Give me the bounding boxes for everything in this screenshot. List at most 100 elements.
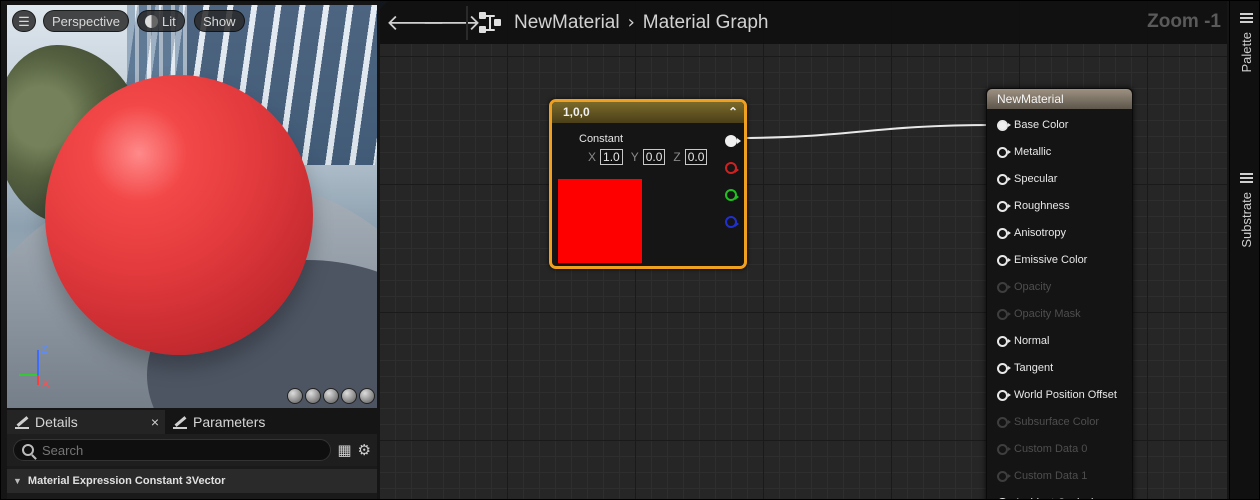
material-input-pin[interactable]: Specular: [997, 169, 1057, 189]
list-icon: [1239, 13, 1253, 24]
z-axis-label: Z: [41, 344, 48, 356]
viewport-menu-button[interactable]: ☰: [12, 10, 36, 32]
search-icon: [22, 444, 34, 456]
pin-label: Tangent: [1014, 362, 1054, 374]
pin-label: Base Color: [1014, 119, 1069, 131]
pencil-icon: [173, 415, 187, 429]
tab-details[interactable]: Details ×: [7, 410, 165, 434]
rgb-output-pin[interactable]: [725, 135, 741, 147]
cube-preview-icon[interactable]: [341, 388, 357, 404]
pin-connector-icon[interactable]: [997, 200, 1011, 212]
teapot-preview-icon[interactable]: [359, 388, 375, 404]
pencil-icon: [15, 415, 29, 429]
material-input-pin[interactable]: Opacity Mask: [997, 304, 1081, 324]
material-input-pin[interactable]: Normal: [997, 331, 1049, 351]
material-input-pin[interactable]: Custom Data 0: [997, 439, 1087, 459]
z-axis-line: [37, 350, 39, 376]
constant-label: Constant: [579, 133, 624, 145]
constant-3vector-node[interactable]: 1,0,0 ⌃ Constant X 1.0 Y 0.0 Z 0.0: [549, 99, 747, 269]
plane-preview-icon[interactable]: [323, 388, 339, 404]
perspective-button[interactable]: Perspective: [43, 10, 129, 32]
search-input[interactable]: [42, 442, 323, 458]
table-view-icon[interactable]: ▦: [337, 441, 351, 459]
constant-node-header[interactable]: 1,0,0 ⌃: [552, 102, 744, 123]
material-input-pin[interactable]: Custom Data 1: [997, 466, 1087, 486]
lit-button[interactable]: Lit: [137, 10, 185, 32]
back-arrow-icon[interactable]: 🡐: [386, 10, 445, 36]
preview-sphere: [45, 75, 313, 355]
pin-connector-icon[interactable]: [997, 227, 1011, 239]
details-tab-bar: Details × Parameters: [7, 410, 377, 434]
show-button[interactable]: Show: [194, 10, 245, 32]
details-search-row: ▦ ⚙: [7, 434, 377, 466]
pin-label: Specular: [1014, 173, 1058, 185]
green-output-pin[interactable]: [725, 189, 739, 201]
search-box[interactable]: [13, 439, 332, 461]
material-editor-window: ☰ Perspective Lit Show Z X Details × Par…: [0, 0, 1260, 500]
pin-label: Custom Data 0: [1014, 443, 1088, 455]
section-header[interactable]: ▼ Material Expression Constant 3Vector: [7, 469, 377, 493]
material-input-pin[interactable]: Ambient Occlusion: [997, 493, 1106, 499]
z-value-field[interactable]: 0.0: [684, 149, 708, 165]
y-value-field[interactable]: 0.0: [642, 149, 666, 165]
blue-output-pin[interactable]: [725, 216, 739, 228]
pin-connector-icon[interactable]: [997, 146, 1011, 158]
pin-connector-icon[interactable]: [997, 443, 1011, 455]
pin-label: Opacity Mask: [1014, 308, 1081, 320]
toolbar-divider: [466, 5, 468, 40]
pin-label: Metallic: [1014, 146, 1052, 158]
color-preview-swatch: [558, 179, 642, 263]
x-label: X: [588, 150, 597, 164]
pin-connector-icon[interactable]: [997, 308, 1011, 320]
chevron-up-icon[interactable]: ⌃: [728, 102, 738, 123]
x-value-field[interactable]: 1.0: [600, 149, 623, 165]
substrate-label: Substrate: [1238, 192, 1254, 248]
axis-gizmo: Z X: [15, 344, 55, 390]
breadcrumb-root[interactable]: NewMaterial: [514, 12, 620, 34]
gear-icon[interactable]: ⚙: [358, 441, 371, 459]
material-input-pin[interactable]: Tangent: [997, 358, 1053, 378]
constant-node-title: 1,0,0: [563, 105, 590, 119]
palette-label: Palette: [1238, 32, 1254, 73]
material-input-pin[interactable]: Base Color: [997, 115, 1068, 135]
material-input-pin[interactable]: Emissive Color: [997, 250, 1087, 270]
tab-details-label: Details: [35, 414, 78, 430]
pin-connector-icon[interactable]: [997, 416, 1011, 428]
red-output-pin[interactable]: [725, 162, 739, 174]
material-input-pin[interactable]: Anisotropy: [997, 223, 1066, 243]
material-graph-canvas[interactable]: 🡐 🡒 NewMaterial › Material Graph Zoom -1…: [380, 1, 1227, 499]
tab-parameters[interactable]: Parameters: [165, 410, 273, 434]
pin-connector-icon[interactable]: [997, 470, 1011, 482]
pin-connector-icon[interactable]: [997, 254, 1011, 266]
substrate-tab[interactable]: Substrate: [1230, 173, 1259, 248]
preview-viewport[interactable]: ☰ Perspective Lit Show Z X: [7, 5, 377, 408]
graph-icon: [478, 10, 504, 36]
forward-arrow-icon[interactable]: 🡒: [422, 10, 481, 36]
y-label: Y: [630, 150, 639, 164]
pin-label: Custom Data 1: [1014, 470, 1088, 482]
pin-connector-icon[interactable]: [997, 389, 1011, 401]
pin-label: Emissive Color: [1014, 254, 1088, 266]
pin-connector-icon[interactable]: [997, 173, 1011, 185]
z-label: Z: [673, 150, 681, 164]
material-input-pin[interactable]: Subsurface Color: [997, 412, 1099, 432]
sphere-preview-icon[interactable]: [305, 388, 321, 404]
pin-connector-icon[interactable]: [997, 281, 1011, 293]
material-input-pin[interactable]: Opacity: [997, 277, 1051, 297]
pin-connector-icon[interactable]: [997, 362, 1011, 374]
lit-mode-icon: [145, 15, 158, 28]
material-input-pin[interactable]: Roughness: [997, 196, 1070, 216]
close-icon[interactable]: ×: [151, 414, 159, 430]
list-icon: [1239, 173, 1253, 184]
material-input-pin[interactable]: Metallic: [997, 142, 1051, 162]
palette-tab[interactable]: Palette: [1230, 13, 1259, 73]
vector-fields: X 1.0 Y 0.0 Z 0.0: [588, 149, 711, 165]
cylinder-preview-icon[interactable]: [287, 388, 303, 404]
y-axis-line: [19, 374, 37, 376]
material-node-header[interactable]: NewMaterial: [987, 89, 1132, 109]
material-result-node[interactable]: NewMaterial Base Color Metallic Specular Ro…: [986, 88, 1133, 499]
pin-connector-icon[interactable]: [997, 335, 1011, 347]
pin-label: Anisotropy: [1014, 227, 1066, 239]
pin-connector-icon[interactable]: [997, 119, 1011, 131]
material-input-pin[interactable]: World Position Offset: [997, 385, 1117, 405]
